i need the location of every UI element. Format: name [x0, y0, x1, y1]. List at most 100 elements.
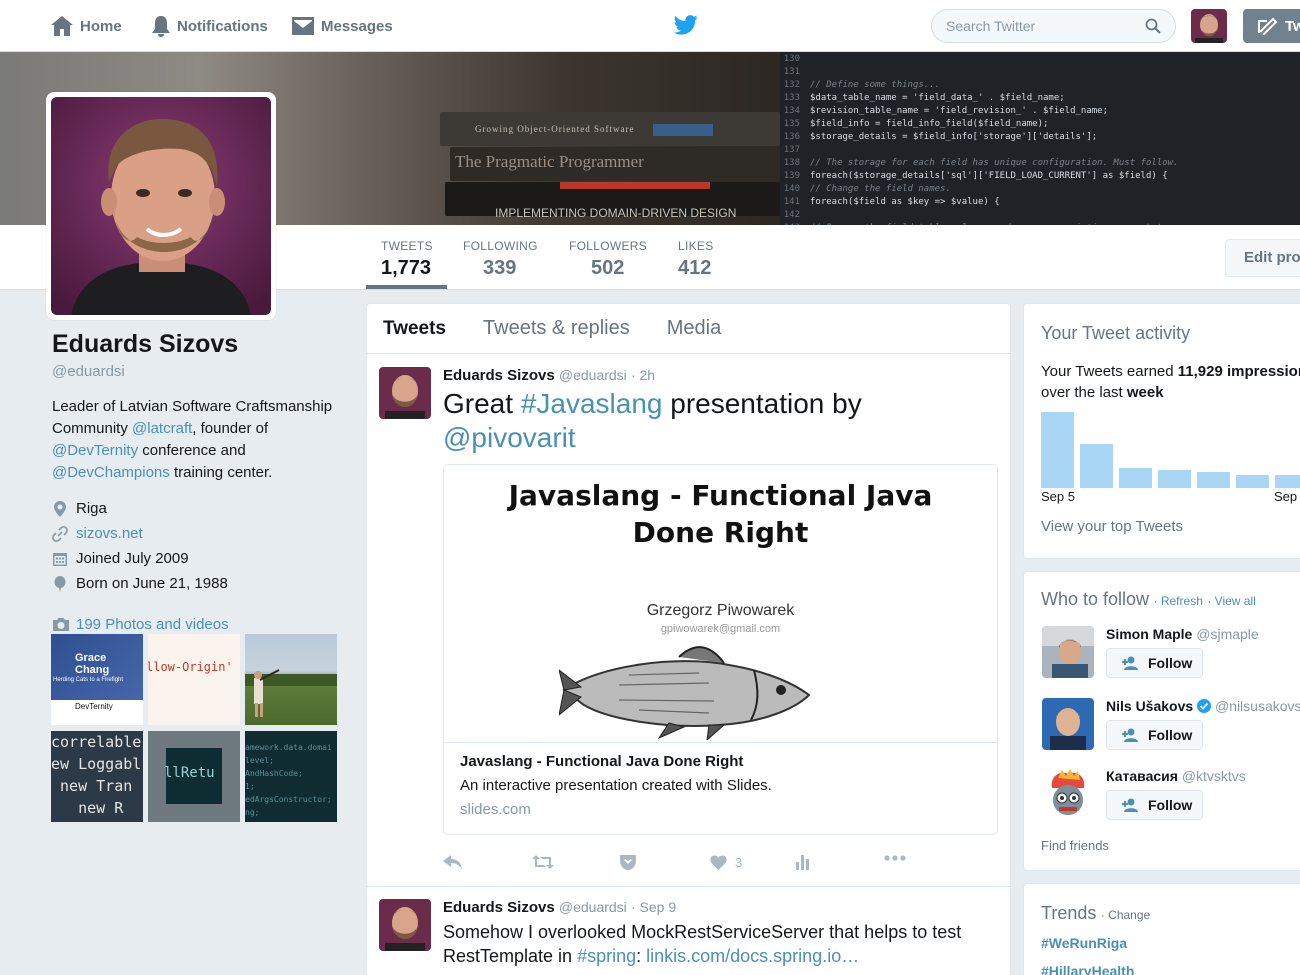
birthday-text: Born on June 21, 1988 [76, 575, 228, 592]
suggested-user[interactable]: Nils Ušakovs @nilsusakovs Follow [1042, 698, 1300, 758]
suggested-user-avatar[interactable] [1042, 768, 1094, 820]
user-avatar-menu[interactable] [1191, 9, 1227, 43]
search-input[interactable] [946, 18, 1145, 34]
tweet-timestamp[interactable]: · Sep 9 [631, 899, 676, 915]
hashtag-link[interactable]: #spring [577, 946, 636, 966]
search-icon[interactable] [1145, 18, 1161, 34]
nav-notifications[interactable]: Notifications [151, 14, 268, 38]
tweet[interactable]: Eduards Sizovs @eduardsi · Sep 9 Somehow… [367, 887, 1010, 975]
follow-label: Follow [1148, 727, 1193, 743]
trends-title: Trends [1041, 903, 1097, 923]
like-button[interactable]: 3 [710, 855, 742, 870]
tab-tweets[interactable]: Tweets [383, 318, 446, 340]
bio-link-devternity[interactable]: @DevTernity [52, 442, 138, 459]
suggested-user-name[interactable]: Катавасия @ktvsktvs [1106, 768, 1246, 784]
website-link[interactable]: sizovs.net [76, 525, 143, 542]
trend-item[interactable]: #WeRunRiga [1041, 935, 1127, 951]
edit-profile-button[interactable]: Edit profile [1225, 239, 1300, 277]
tab-tweets-and-replies[interactable]: Tweets & replies [483, 317, 630, 340]
code-line: 135 $field_info = field_info_field($field… [780, 118, 1300, 131]
activity-bar[interactable] [1041, 412, 1074, 488]
suggested-user-avatar[interactable] [1042, 698, 1094, 750]
compose-tweet-label: Tw [1285, 17, 1300, 35]
code-line-number: 142 [783, 210, 800, 220]
suggested-user[interactable]: Simon Maple @sjmaple Follow [1042, 626, 1300, 686]
tweet-avatar[interactable] [379, 367, 431, 419]
stat-tweets[interactable]: TWEETS 1,773 [381, 239, 433, 280]
twitter-bird-icon[interactable] [674, 15, 698, 35]
bio-link-devchampions[interactable]: @DevChampions [52, 464, 170, 481]
tweet[interactable]: Eduards Sizovs @eduardsi · 2h Great #Jav… [367, 355, 1010, 888]
nav-messages[interactable]: Messages [291, 14, 393, 38]
activity-axis-start: Sep 5 [1041, 489, 1075, 504]
who-to-follow-card: Who to follow · Refresh · View all Simon… [1023, 571, 1300, 871]
mention-link[interactable]: @pivovarit [443, 422, 576, 453]
tweet-author-handle[interactable]: @eduardsi [559, 899, 627, 915]
view-top-tweets-link[interactable]: View your top Tweets [1041, 518, 1183, 535]
reply-button[interactable] [443, 855, 463, 869]
tweet-text-part: : [636, 946, 647, 966]
profile-name[interactable]: Eduards Sizovs [52, 330, 342, 359]
refresh-link[interactable]: Refresh [1161, 594, 1203, 608]
more-options-button[interactable] [884, 855, 906, 861]
avatar [379, 367, 431, 419]
tweet-avatar[interactable] [379, 899, 431, 951]
link-preview-card[interactable]: Javaslang - Functional Java Done Right G… [443, 464, 998, 835]
activity-bar[interactable] [1236, 475, 1269, 488]
photo-thumbnail[interactable]: llRetu [148, 731, 240, 822]
code-line-text: foreach($storage_details['sql']['FIELD_L… [810, 171, 1168, 181]
stat-following[interactable]: FOLLOWING 339 [463, 239, 538, 280]
follow-button[interactable]: Follow [1106, 648, 1203, 678]
nav-home[interactable]: Home [50, 14, 122, 38]
follow-button[interactable]: Follow [1106, 790, 1203, 820]
profile-joined: Joined July 2009 [52, 546, 342, 571]
find-friends-link[interactable]: Find friends [1041, 838, 1109, 853]
suggested-user-name[interactable]: Simon Maple @sjmaple [1106, 626, 1259, 642]
tweet-timestamp[interactable]: · 2h [631, 367, 655, 383]
profile-avatar[interactable] [46, 92, 276, 320]
activity-chart[interactable] [1041, 408, 1300, 488]
retweet-icon [532, 855, 554, 869]
activity-bar[interactable] [1197, 472, 1230, 488]
hashtag-link[interactable]: #Javaslang [521, 388, 663, 419]
view-all-link[interactable]: View all [1215, 594, 1256, 608]
book-title: The Pragmatic Programmer [455, 152, 644, 171]
photo-thumbnail[interactable] [245, 634, 337, 725]
suggested-user[interactable]: Катавасия @ktvsktvs Follow [1042, 768, 1300, 828]
suggested-user-avatar[interactable] [1042, 626, 1094, 678]
external-link[interactable]: linkis.com/docs.spring.io… [646, 946, 859, 966]
trend-item[interactable]: #HillaryHealth [1041, 963, 1134, 975]
photo-thumbnail[interactable]: Grace Chang Herding Cats to a Firefight … [51, 634, 143, 725]
activity-bar[interactable] [1158, 470, 1191, 488]
compose-tweet-button[interactable]: Tw [1243, 9, 1300, 43]
bio-link-latcraft[interactable]: @latcraft [132, 420, 192, 437]
profile-bio: Leader of Latvian Software Craftsmanship… [52, 396, 342, 484]
card-image: Javaslang - Functional Java Done Right G… [444, 465, 997, 743]
stat-followers[interactable]: FOLLOWERS 502 [569, 239, 647, 280]
activity-bar[interactable] [1080, 444, 1113, 488]
stat-likes[interactable]: LIKES 412 [678, 239, 714, 280]
tweet-author-name[interactable]: Eduards Sizovs [443, 899, 555, 916]
profile-meta: Riga sizovs.net Joined July 2009 Born on… [52, 496, 342, 596]
profile-handle[interactable]: @eduardsi [52, 363, 342, 380]
photo-thumbnail[interactable]: llow-Origin' ' [148, 634, 240, 725]
tweet-author-name[interactable]: Eduards Sizovs [443, 367, 555, 384]
photos-and-videos-link[interactable]: 199 Photos and videos [52, 616, 342, 633]
pocket-button[interactable] [620, 855, 636, 870]
code-line-text: // The storage for each field has unique… [810, 158, 1179, 168]
suggested-user-name[interactable]: Nils Ušakovs @nilsusakovs [1106, 698, 1300, 714]
activity-bar[interactable] [1275, 475, 1300, 488]
activity-bar[interactable] [1119, 468, 1152, 488]
photo-thumbnail[interactable]: correlable ew Loggabl new Tran new R [51, 731, 143, 822]
activity-title[interactable]: Your Tweet activity [1041, 323, 1190, 344]
retweet-button[interactable] [532, 855, 554, 869]
follow-button[interactable]: Follow [1106, 720, 1203, 750]
tweet-author-handle[interactable]: @eduardsi [559, 367, 627, 383]
change-trends-link[interactable]: Change [1108, 908, 1150, 922]
book-stripe [560, 182, 710, 189]
user-handle: @nilsusakovs [1214, 698, 1300, 714]
tab-media[interactable]: Media [667, 317, 721, 340]
photo-thumbnail[interactable]: amework.data.domai level; AndHashCode; 1… [245, 731, 337, 822]
stat-value: 339 [483, 257, 517, 279]
analytics-button[interactable] [796, 855, 810, 870]
